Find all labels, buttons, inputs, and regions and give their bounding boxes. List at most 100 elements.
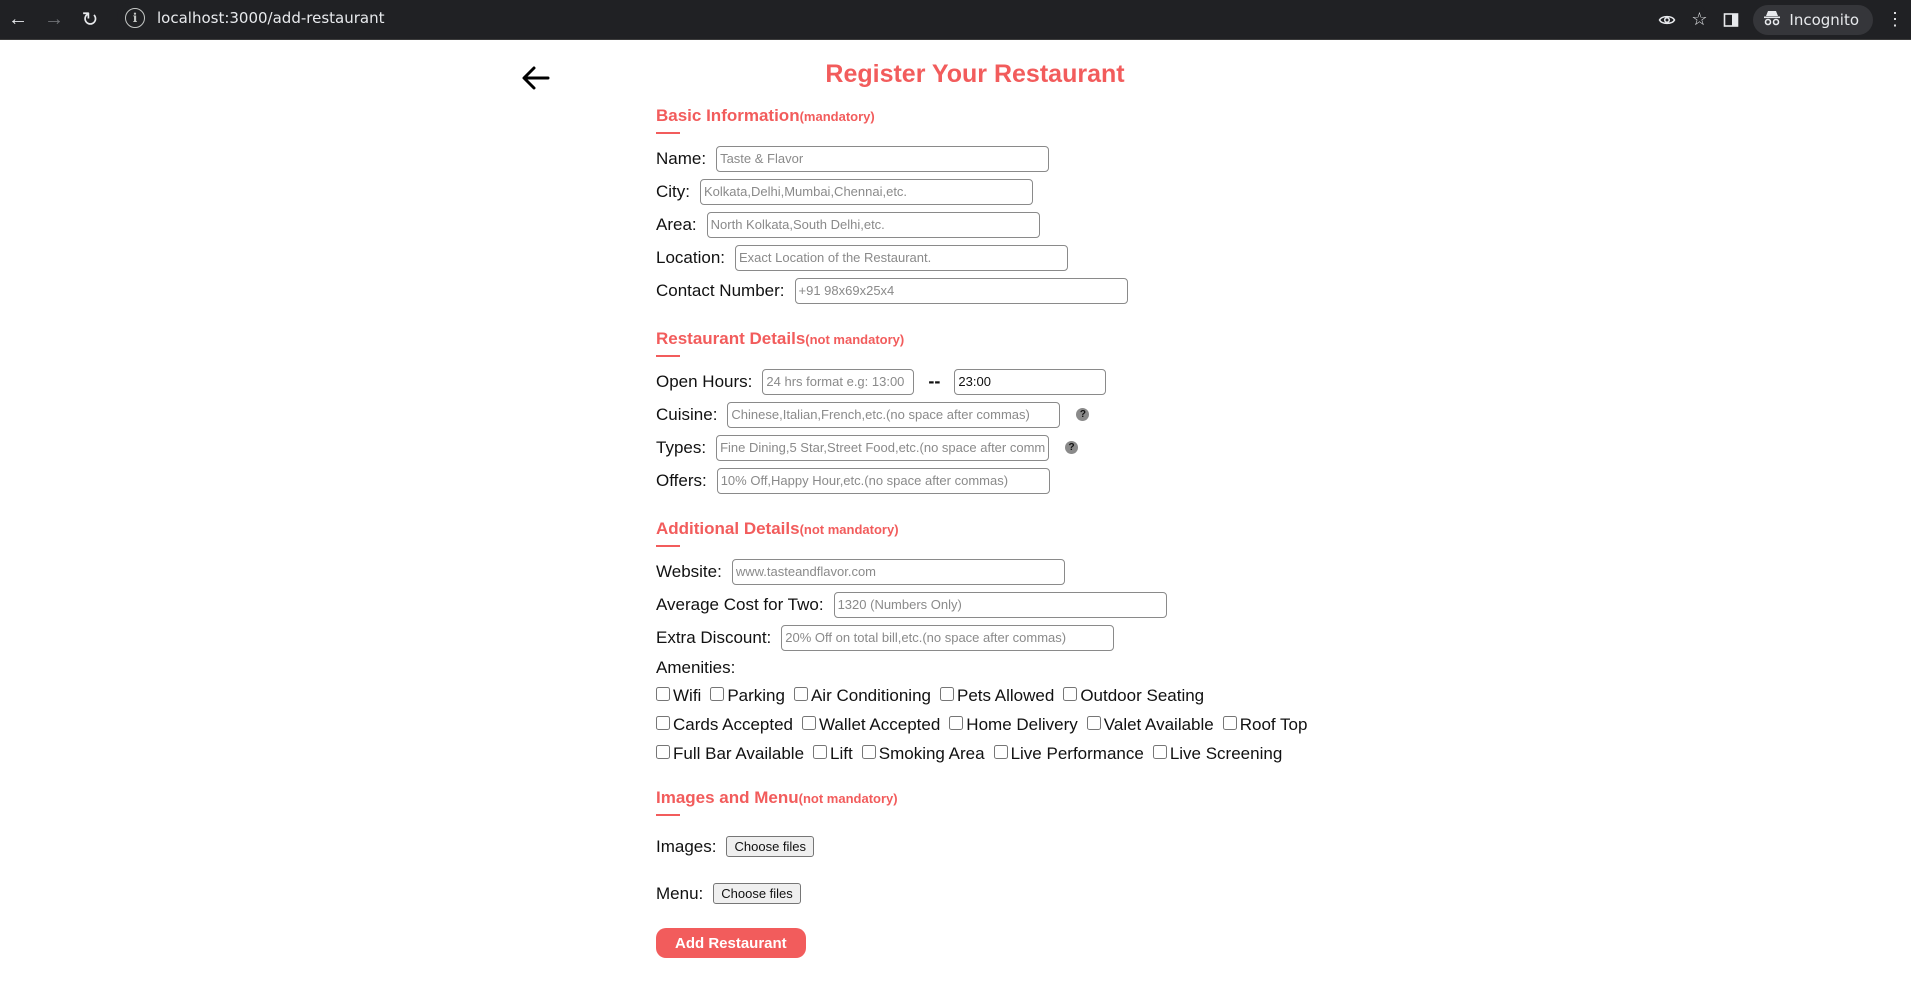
reload-icon[interactable]: ↻ <box>72 0 108 39</box>
amenity-option[interactable]: Lift <box>813 744 853 764</box>
types-label: Types: <box>656 437 707 457</box>
types-help-icon[interactable]: ? <box>1065 441 1079 454</box>
amenity-label: Lift <box>830 743 853 763</box>
open-time-input[interactable] <box>762 368 915 395</box>
section-additional-title: Additional Details <box>656 519 800 538</box>
name-input[interactable] <box>716 145 1050 172</box>
amenity-label: Live Performance <box>1010 743 1144 763</box>
url-text: localhost:3000/add-restaurant <box>157 8 385 27</box>
name-row: Name: <box>656 142 1356 175</box>
types-input[interactable] <box>716 434 1050 461</box>
amenity-checkbox[interactable] <box>656 715 670 730</box>
amenity-option[interactable]: Parking <box>710 686 785 706</box>
amenity-option[interactable]: Pets Allowed <box>939 685 1055 706</box>
amenity-option[interactable]: Outdoor Seating <box>1063 686 1204 706</box>
site-info-icon[interactable]: i <box>125 7 145 28</box>
amenity-label: Live Screening <box>1169 743 1283 763</box>
amenity-option[interactable]: Valet Available <box>1086 714 1214 735</box>
amenity-checkbox[interactable] <box>861 744 876 759</box>
offers-row: Offers: <box>656 464 1356 497</box>
amenity-option[interactable]: Air Conditioning <box>793 686 931 706</box>
section-additional-heading: Additional Details(not mandatory) <box>656 519 1356 539</box>
section-details-heading: Restaurant Details(not mandatory) <box>656 329 1356 349</box>
city-label: City: <box>656 181 690 201</box>
offers-input[interactable] <box>716 467 1050 494</box>
amenities-row-1: Wifi Parking Air Conditioning Pets Allowed O… <box>656 681 1356 710</box>
amenity-checkbox[interactable] <box>813 744 828 759</box>
section-additional-note: (not mandatory) <box>799 522 899 537</box>
types-row: Types: ? <box>656 431 1356 464</box>
menu-label: Menu: <box>656 883 704 903</box>
address-bar[interactable]: i localhost:3000/add-restaurant <box>117 2 1707 33</box>
images-choose-files-button[interactable]: Choose files <box>726 836 815 857</box>
city-input[interactable] <box>700 178 1033 205</box>
amenity-option[interactable]: Home Delivery <box>949 714 1078 735</box>
amenity-checkbox[interactable] <box>1222 715 1237 730</box>
cuisine-help-icon[interactable]: ? <box>1076 408 1090 421</box>
amenity-option[interactable]: Roof Top <box>1222 715 1307 735</box>
contact-input[interactable] <box>794 277 1128 304</box>
cost-input[interactable] <box>833 591 1167 618</box>
amenity-checkbox[interactable] <box>949 715 964 730</box>
amenity-checkbox[interactable] <box>656 744 670 759</box>
side-panel-icon[interactable] <box>1715 0 1747 39</box>
area-row: Area: <box>656 208 1356 241</box>
website-row: Website: <box>656 555 1356 588</box>
amenity-checkbox[interactable] <box>710 686 725 701</box>
amenity-label: Home Delivery <box>966 714 1078 734</box>
amenity-checkbox[interactable] <box>1063 686 1078 701</box>
amenity-label: Outdoor Seating <box>1080 685 1205 705</box>
website-input[interactable] <box>731 558 1065 585</box>
amenity-checkbox[interactable] <box>993 744 1008 759</box>
amenity-option[interactable]: Smoking Area <box>861 744 985 764</box>
discount-input[interactable] <box>781 624 1115 651</box>
cost-row: Average Cost for Two: <box>656 588 1356 621</box>
amenity-checkbox[interactable] <box>656 686 670 701</box>
eye-icon[interactable] <box>1651 0 1683 39</box>
location-input[interactable] <box>735 244 1068 271</box>
open-hours-row: Open Hours: -- <box>656 365 1356 398</box>
star-bookmark-icon[interactable]: ☆ <box>1683 0 1715 39</box>
add-restaurant-page: Register Your Restaurant Basic Informati… <box>0 40 1911 1002</box>
open-hours-label: Open Hours: <box>656 371 753 391</box>
section-media-heading: Images and Menu(not mandatory) <box>656 788 1356 808</box>
images-row: Images: Choose files <box>656 830 1356 863</box>
cost-label: Average Cost for Two: <box>656 594 824 614</box>
page-title: Register Your Restaurant <box>825 60 1125 88</box>
amenity-option[interactable]: Wallet Accepted <box>802 715 940 735</box>
kebab-menu-icon[interactable]: ⋮ <box>1879 0 1911 39</box>
amenities-row: Amenities: <box>656 654 1356 681</box>
amenities-label: Amenities: <box>656 657 736 677</box>
amenity-checkbox[interactable] <box>939 686 954 701</box>
amenity-label: Parking <box>727 685 785 705</box>
cuisine-input[interactable] <box>727 401 1061 428</box>
incognito-badge[interactable]: Incognito <box>1753 4 1873 35</box>
amenity-option[interactable]: Live Performance <box>993 743 1144 764</box>
amenity-option[interactable]: Wifi <box>656 686 701 706</box>
section-details-note: (not mandatory) <box>805 332 905 347</box>
contact-row: Contact Number: <box>656 274 1356 307</box>
restaurant-form: Basic Information(mandatory) Name: City:… <box>656 106 1356 958</box>
amenity-label: Full Bar Available <box>673 743 805 763</box>
area-input[interactable] <box>706 211 1040 238</box>
amenity-label: Pets Allowed <box>956 685 1055 705</box>
amenity-checkbox[interactable] <box>802 715 817 730</box>
forward-nav-icon[interactable]: → <box>36 0 72 39</box>
incognito-icon <box>1763 10 1781 30</box>
amenity-checkbox[interactable] <box>1152 744 1167 759</box>
amenity-label: Valet Available <box>1103 714 1214 734</box>
back-nav-icon[interactable]: ← <box>0 0 36 39</box>
amenity-checkbox[interactable] <box>793 686 808 701</box>
amenity-checkbox[interactable] <box>1086 715 1101 730</box>
section-media-note: (not mandatory) <box>798 791 898 806</box>
amenity-option[interactable]: Live Screening <box>1152 743 1283 764</box>
amenity-option[interactable]: Full Bar Available <box>656 744 804 764</box>
offers-label: Offers: <box>656 470 707 490</box>
amenity-label: Wallet Accepted <box>819 714 941 734</box>
discount-label: Extra Discount: <box>656 627 772 647</box>
menu-choose-files-button[interactable]: Choose files <box>713 883 801 904</box>
cuisine-row: Cuisine: ? <box>656 398 1356 431</box>
amenity-option[interactable]: Cards Accepted <box>656 715 793 735</box>
add-restaurant-button[interactable]: Add Restaurant <box>656 928 806 958</box>
close-time-input[interactable] <box>954 368 1107 395</box>
